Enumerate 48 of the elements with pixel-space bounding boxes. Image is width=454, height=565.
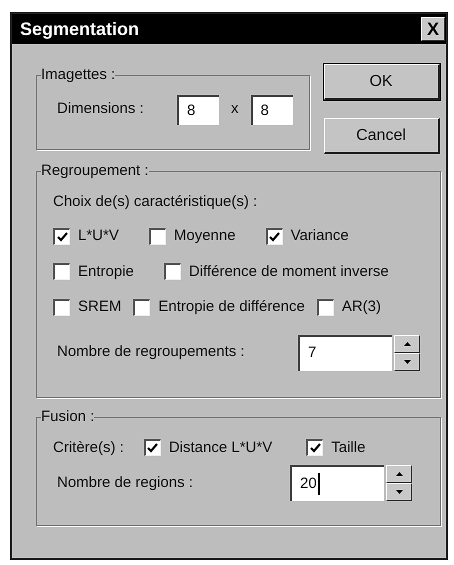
- checkbox[interactable]: [53, 298, 70, 316]
- checkbox-label: Différence de moment inverse: [188, 262, 389, 282]
- number-field[interactable]: 7: [298, 334, 392, 370]
- checkbox[interactable]: [316, 298, 334, 316]
- checkbox-label: Variance: [290, 226, 349, 246]
- checkbox[interactable]: [164, 263, 181, 280]
- checkbox[interactable]: [306, 439, 324, 456]
- field-value: 7: [308, 343, 316, 364]
- checkbox-label: Moyenne: [174, 226, 236, 246]
- spin-down-button[interactable]: [386, 483, 412, 501]
- spin-up-button[interactable]: [386, 465, 412, 483]
- checkbox[interactable]: [133, 298, 150, 316]
- features-prompt: Choix de(s) caractéristique(s) :: [53, 192, 258, 212]
- check-icon: [310, 443, 321, 454]
- check-icon: [269, 232, 280, 242]
- criteria-label: Critère(s) :: [53, 438, 124, 458]
- down-arrow-icon: [404, 360, 410, 364]
- width-field[interactable]: 8: [177, 94, 219, 124]
- checkbox-label: Entropie de différence: [158, 297, 305, 317]
- checkbox-label: Distance L*U*V: [168, 438, 272, 458]
- height-field[interactable]: 8: [250, 94, 292, 124]
- checkbox[interactable]: [266, 228, 283, 245]
- checkbox-label: L*U*V: [78, 226, 119, 246]
- checkbox-label: Entropie: [78, 262, 134, 282]
- number-field[interactable]: 20: [290, 465, 384, 501]
- checkbox[interactable]: [53, 228, 70, 245]
- checkbox-label: AR(3): [342, 297, 382, 317]
- close-button[interactable]: X: [421, 17, 445, 41]
- up-arrow-icon: [404, 342, 410, 346]
- checkbox[interactable]: [53, 263, 70, 280]
- checkbox-label: SREM: [78, 297, 122, 317]
- spin-up-button[interactable]: [394, 334, 420, 352]
- clusters-label: Nombre de regroupements :: [57, 342, 245, 362]
- times-label: x: [231, 99, 238, 120]
- window-title: Segmentation: [20, 18, 140, 41]
- checkbox[interactable]: [148, 228, 166, 245]
- checkbox[interactable]: [144, 439, 161, 456]
- up-arrow-icon: [396, 472, 402, 476]
- field-value: 20: [300, 472, 320, 496]
- check-icon: [147, 443, 158, 454]
- cancel-button[interactable]: Cancel: [324, 118, 440, 154]
- check-icon: [56, 232, 68, 242]
- spin-down-button[interactable]: [394, 352, 420, 370]
- ok-button[interactable]: OK: [324, 64, 440, 100]
- checkbox-label: Taille: [331, 438, 366, 458]
- dimensions-label: Dimensions :: [57, 99, 145, 120]
- down-arrow-icon: [396, 490, 402, 494]
- regions-label: Nombre de regions :: [57, 472, 193, 493]
